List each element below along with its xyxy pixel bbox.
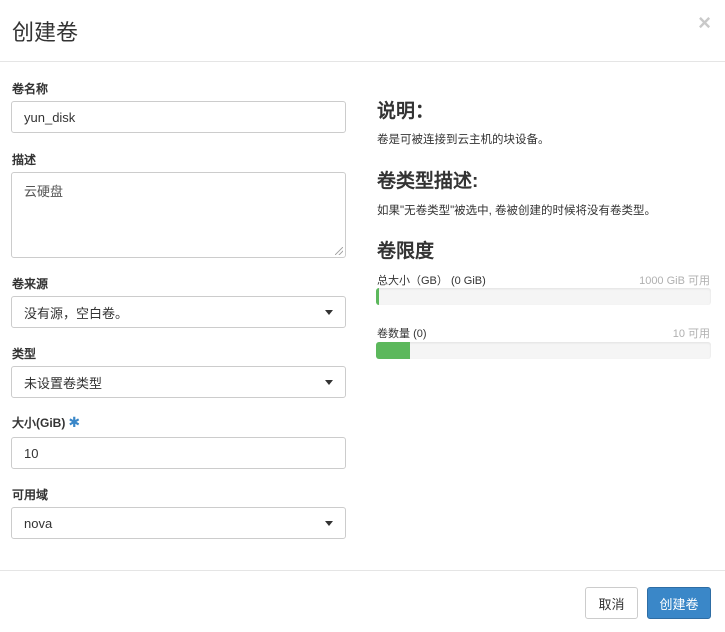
volume-name-value: yun_disk: [24, 109, 76, 125]
chevron-down-icon: [325, 520, 333, 526]
size-value: 10: [24, 445, 39, 461]
cancel-button[interactable]: 取消: [585, 587, 638, 619]
chevron-down-icon: [325, 379, 333, 385]
volume-type-select[interactable]: 未设置卷类型: [11, 366, 346, 398]
volume-source-label: 卷来源: [12, 277, 49, 291]
size-label: 大小(GiB) ✱: [12, 414, 80, 431]
volume-name-input[interactable]: yun_disk: [11, 101, 346, 133]
resize-grip-icon[interactable]: [335, 247, 343, 255]
limits-heading: 卷限度: [377, 241, 435, 262]
volume-count-label: 卷数量 (0): [377, 325, 427, 341]
required-star-icon: ✱: [68, 414, 81, 430]
volume-count-label-text: 卷数量: [377, 328, 410, 340]
volume-source-select[interactable]: 没有源，空白卷。: [11, 296, 346, 328]
volume-type-text: 如果"无卷类型"被选中, 卷被创建的时候将没有卷类型。: [377, 205, 657, 217]
modal-title: 创建卷: [12, 20, 79, 45]
availability-zone-label: 可用域: [12, 488, 49, 502]
volume-source-value: 没有源，空白卷。: [24, 305, 129, 321]
description-heading: 说明：: [377, 101, 435, 122]
total-size-label-text: 总大小（GB）: [377, 275, 448, 287]
description-value: 云硬盘: [24, 184, 64, 199]
total-size-label: 总大小（GB） (0 GiB): [377, 272, 486, 288]
close-icon[interactable]: ×: [698, 12, 711, 34]
size-label-text: 大小(GiB): [12, 416, 66, 430]
total-size-progress-fill: [376, 288, 380, 305]
description-textarea[interactable]: 云硬盘: [11, 172, 346, 258]
description-label: 描述: [12, 153, 37, 167]
description-text: 卷是可被连接到云主机的块设备。: [377, 134, 550, 146]
volume-name-label: 卷名称: [12, 82, 49, 96]
size-input[interactable]: 10: [11, 437, 346, 469]
volume-count-progress-fill: [376, 342, 410, 359]
volume-type-value: 未设置卷类型: [24, 375, 103, 391]
volume-count-available: 10 可用: [672, 328, 710, 340]
create-volume-button[interactable]: 创建卷: [647, 587, 711, 619]
total-size-progress: [376, 288, 711, 305]
volume-count-progress: [376, 342, 711, 359]
volume-count-used: (0): [413, 328, 427, 340]
chevron-down-icon: [325, 309, 333, 315]
modal-header: 创建卷 ×: [0, 0, 725, 62]
availability-zone-select[interactable]: nova: [11, 507, 346, 539]
availability-zone-value: nova: [24, 515, 53, 531]
total-size-available: 1000 GiB 可用: [639, 275, 710, 287]
volume-type-label: 类型: [12, 347, 37, 361]
modal-footer: 取消 创建卷: [0, 570, 725, 632]
total-size-used: (0 GiB): [450, 275, 486, 287]
volume-type-heading: 卷类型描述:: [377, 171, 479, 192]
